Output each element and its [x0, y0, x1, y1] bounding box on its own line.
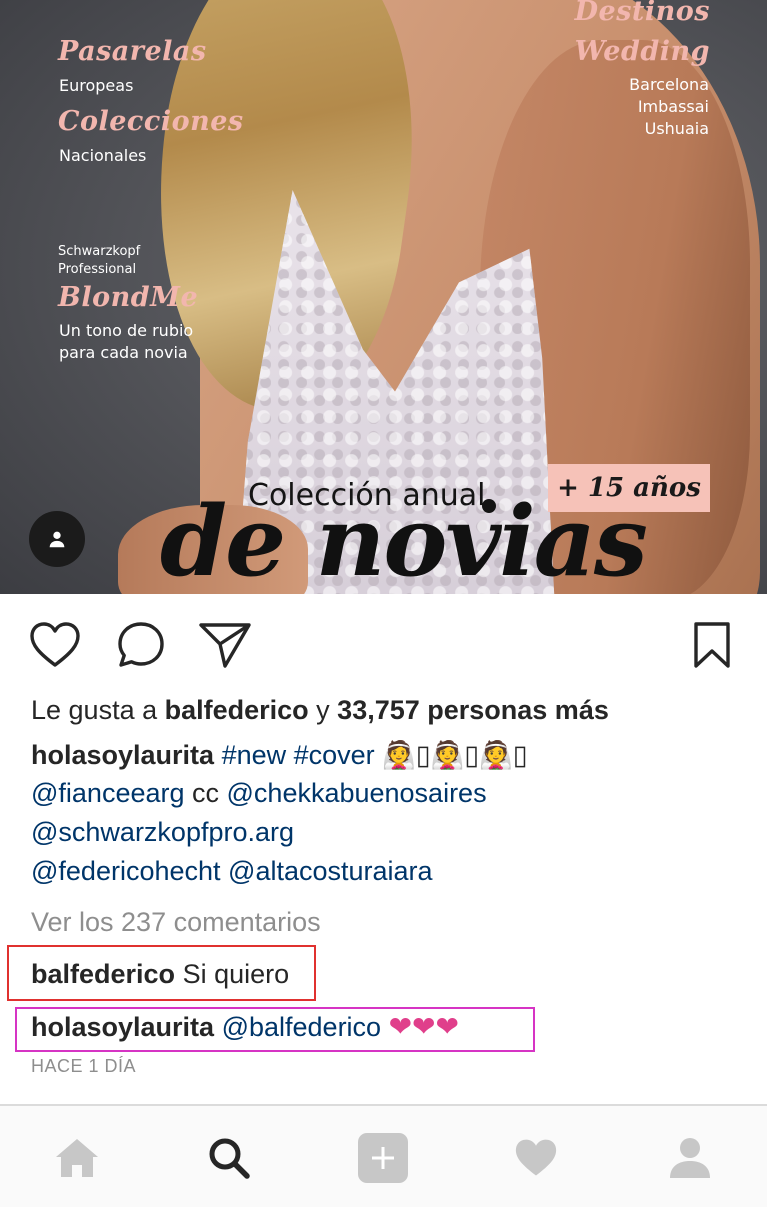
comment-username[interactable]: holasoylaurita — [31, 1012, 214, 1042]
caption-username[interactable]: holasoylaurita — [31, 740, 214, 770]
save-button[interactable] — [685, 618, 739, 672]
caption-mention[interactable]: @altacosturaiara — [228, 856, 433, 886]
likes-count[interactable]: 33,757 personas más — [337, 695, 609, 725]
nav-add-post[interactable] — [333, 1106, 433, 1207]
caption-mention[interactable]: @chekkabuenosaires — [227, 778, 487, 808]
nav-home[interactable] — [27, 1106, 127, 1207]
bottom-nav-bar — [0, 1104, 767, 1207]
cover-blondme-line1: Un tono de rubio — [59, 321, 194, 340]
caption-mention[interactable]: @federicohecht — [31, 856, 221, 886]
heart-outline-icon — [30, 622, 80, 667]
search-icon — [209, 1138, 250, 1179]
caption-cc: cc — [184, 778, 227, 808]
profile-icon — [670, 1137, 710, 1178]
cover-sub-nacionales: Nacionales — [59, 146, 147, 165]
comment-icon — [118, 622, 164, 667]
send-icon — [199, 623, 251, 668]
post-timestamp: HACE 1 DÍA — [31, 1056, 137, 1076]
cover-blondme-line2: para cada novia — [59, 343, 188, 362]
caption-mention[interactable]: @schwarzkopfpro.arg — [31, 817, 294, 847]
user-tag-icon[interactable] — [29, 511, 85, 567]
post-image[interactable]: Pasarelas Europeas Colecciones Nacionale… — [0, 0, 767, 594]
share-button[interactable] — [198, 618, 252, 672]
comment-username[interactable]: balfederico — [31, 959, 175, 989]
caption-line-3: @schwarzkopfpro.arg — [31, 815, 294, 849]
cover-professional: Professional — [58, 262, 137, 277]
caption-hashtags[interactable]: #new #cover — [222, 740, 375, 770]
post-action-bar — [0, 618, 767, 672]
cover-title-de-novias: de novias — [160, 485, 648, 594]
like-button[interactable] — [28, 618, 82, 672]
caption-line-2: @fianceearg cc @chekkabuenosaires — [31, 776, 487, 810]
add-post-icon — [358, 1132, 408, 1183]
comment-row: holasoylaurita @balfederico ❤❤❤ — [31, 1010, 459, 1044]
likes-prefix: Le gusta a — [31, 695, 165, 725]
activity-heart-icon — [515, 1139, 557, 1175]
cover-headline-blondme: BlondMe — [58, 282, 199, 313]
cover-city: Barcelona — [629, 75, 709, 94]
caption-mention[interactable]: @fianceearg — [31, 778, 185, 808]
comment-row: balfederico Si quiero — [31, 957, 289, 991]
likes-line: Le gusta a balfederico y 33,757 personas… — [31, 693, 609, 727]
cover-cities: Barcelona Imbassai Ushuaia — [629, 74, 709, 140]
likes-user-link[interactable]: balfederico — [165, 695, 309, 725]
cover-schwarzkopf: Schwarzkopf — [58, 244, 141, 259]
cover-headline-wedding: Wedding — [574, 36, 710, 67]
home-icon — [56, 1138, 98, 1177]
view-all-comments-link[interactable]: Ver los 237 comentarios — [31, 905, 321, 939]
cover-sub-europeas: Europeas — [59, 76, 134, 95]
cover-headline-colecciones: Colecciones — [58, 106, 244, 137]
comment-hearts: ❤❤❤ — [388, 1011, 459, 1042]
caption-line-1: holasoylaurita #new #cover 👰▯👰▯👰▯ — [31, 738, 528, 772]
cover-headline-destinos: Destinos — [574, 0, 710, 27]
caption-emojis: 👰▯👰▯👰▯ — [382, 740, 528, 770]
cover-city: Imbassai — [637, 97, 709, 116]
nav-search[interactable] — [179, 1106, 279, 1207]
caption-line-4: @federicohecht @altacosturaiara — [31, 854, 433, 888]
nav-activity[interactable] — [486, 1106, 586, 1207]
cover-city: Ushuaia — [644, 119, 709, 138]
cover-headline-pasarelas: Pasarelas — [58, 36, 207, 67]
comment-button[interactable] — [114, 618, 168, 672]
bookmark-icon — [694, 622, 730, 668]
nav-profile[interactable] — [640, 1106, 740, 1207]
likes-middle: y — [308, 695, 338, 725]
comment-mention[interactable]: @balfederico — [222, 1012, 382, 1042]
comment-text: Si quiero — [182, 959, 290, 989]
